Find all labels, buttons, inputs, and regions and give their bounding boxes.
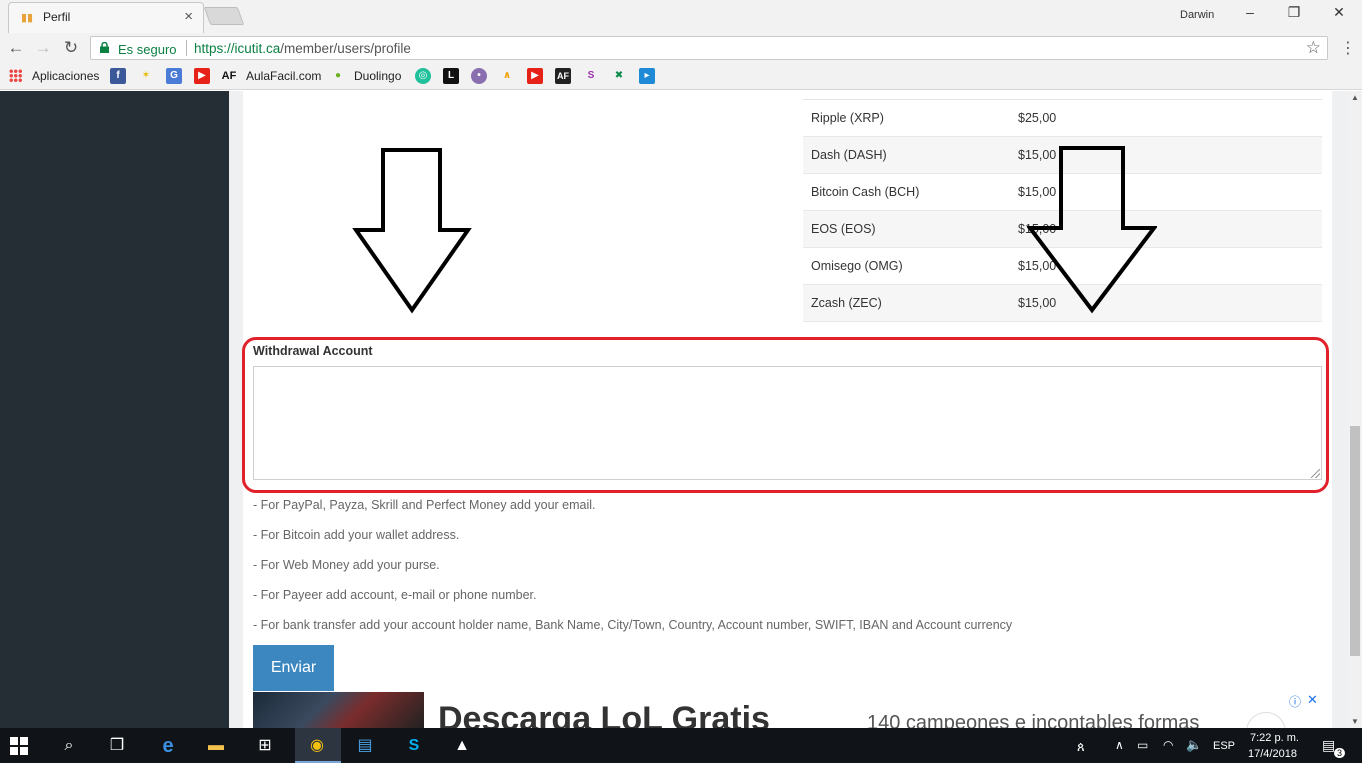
coin-name: Ripple (XRP)	[803, 99, 1010, 137]
coin-name: EOS (EOS)	[803, 210, 1010, 248]
secure-label: Es seguro	[118, 42, 177, 57]
people-icon[interactable]: ጰ	[1077, 739, 1085, 755]
submit-button[interactable]: Enviar	[253, 645, 334, 691]
windows-start-icon[interactable]	[10, 737, 28, 755]
windows-taskbar: ⌕ ❒ e ▬ ⊞ ◉ ▤ S ▲ ጰ ∧ ▭ ◠ 🔈 ESP ▤ 3	[0, 728, 1362, 763]
reload-icon[interactable]: ↻	[61, 38, 81, 58]
bookmark-apps[interactable]: Aplicaciones	[32, 67, 99, 85]
title-bar: ▮▮ Perfil × Darwin – ❐ ✕	[0, 0, 1362, 33]
help-bitcoin: - For Bitcoin add your wallet address.	[253, 528, 460, 542]
maximize-icon[interactable]: ❐	[1284, 4, 1304, 21]
tray-expand-icon[interactable]: ∧	[1115, 738, 1124, 752]
facebook-icon[interactable]: f	[110, 68, 126, 84]
spark-icon[interactable]: ✶	[138, 68, 154, 84]
edge-icon[interactable]: e	[157, 735, 179, 757]
battery-icon[interactable]: ▭	[1137, 738, 1148, 752]
withdrawal-account-textarea[interactable]	[253, 366, 1322, 480]
tab-title: Perfil	[43, 10, 71, 24]
task-view-icon[interactable]: ❒	[106, 735, 128, 757]
af-dark-icon[interactable]: AF	[555, 68, 571, 84]
translate-icon[interactable]: G	[166, 68, 182, 84]
blue-play-icon[interactable]: ▸	[639, 68, 655, 84]
url-host: https://icutit.ca	[194, 41, 281, 56]
coin-name: Omisego (OMG)	[803, 247, 1010, 285]
withdrawal-account-label: Withdrawal Account	[253, 344, 373, 358]
coin-name: Bitcoin Cash (BCH)	[803, 173, 1010, 211]
skype-icon[interactable]: S	[403, 735, 425, 757]
bookmark-duolingo[interactable]: Duolingo	[354, 67, 401, 85]
help-bank-transfer: - For bank transfer add your account hol…	[253, 618, 1013, 632]
ad-next-arrow-icon[interactable]	[1246, 712, 1286, 728]
browser-menu-icon[interactable]: ⋮	[1340, 38, 1356, 58]
scroll-thumb[interactable]	[1350, 426, 1360, 656]
ad-description[interactable]: 140 campeones e incontables formas	[867, 712, 1199, 728]
scroll-up-icon[interactable]: ▲	[1348, 93, 1362, 102]
help-webmoney: - For Web Money add your purse.	[253, 558, 440, 572]
ad-title[interactable]: Descarga LoL Gratis	[438, 702, 770, 728]
ad-close-icon[interactable]: ✕	[1307, 692, 1318, 708]
letter-s-icon[interactable]: S	[583, 68, 599, 84]
aulafacil-icon: AF	[221, 70, 237, 82]
apps-grid-icon[interactable]	[9, 69, 22, 82]
bookmarks-bar: Aplicaciones f ✶ G ▶ AF AulaFacil.com ● …	[0, 63, 1362, 90]
ad-info-icon[interactable]: ⓘ	[1289, 693, 1301, 710]
dashboard-sidebar	[0, 91, 229, 728]
browser-tab[interactable]: ▮▮ Perfil ×	[8, 2, 204, 33]
tab-close-icon[interactable]: ×	[184, 8, 193, 25]
help-paypal: - For PayPal, Payza, Skrill and Perfect …	[253, 498, 596, 512]
table-row: Ripple (XRP) $25,00	[803, 99, 1322, 137]
forward-icon[interactable]: →	[33, 38, 53, 58]
duolingo-icon: ●	[334, 70, 342, 81]
bookmark-aulafacil[interactable]: AulaFacil.com	[246, 67, 321, 85]
letter-l-icon[interactable]: L	[443, 68, 459, 84]
url-text[interactable]: https://icutit.ca/member/users/profile	[194, 41, 411, 56]
cross-icon[interactable]: ✖	[611, 68, 627, 84]
chrome-icon[interactable]: ◉	[306, 735, 328, 757]
page-scrollbar[interactable]: ▲ ▼	[1348, 91, 1362, 728]
bookmark-star-icon[interactable]: ☆	[1306, 38, 1321, 58]
notification-count-badge: 3	[1334, 748, 1346, 758]
language-indicator[interactable]: ESP	[1213, 740, 1235, 752]
profile-name[interactable]: Darwin	[1180, 9, 1214, 21]
textarea-resize-handle[interactable]	[1311, 469, 1320, 478]
coin-fee: $25,00	[1010, 99, 1322, 137]
file-explorer-icon[interactable]: ▬	[205, 735, 227, 757]
image-viewer-icon[interactable]: ▲	[451, 735, 473, 757]
back-icon[interactable]: ←	[6, 38, 26, 58]
scroll-down-icon[interactable]: ▼	[1348, 717, 1362, 726]
url-path: /member/users/profile	[280, 41, 411, 56]
coin-name: Dash (DASH)	[803, 136, 1010, 174]
help-payeer: - For Payeer add account, e-mail or phon…	[253, 588, 537, 602]
lock-icon	[100, 42, 109, 53]
search-icon[interactable]: ⌕	[58, 735, 80, 757]
ad-image[interactable]	[253, 692, 424, 728]
clock-date[interactable]: 17/4/2018	[1248, 748, 1297, 760]
window-close-icon[interactable]: ✕	[1329, 4, 1349, 21]
purple-circle-icon[interactable]: •	[471, 68, 487, 84]
clock-time[interactable]: 7:22 p. m.	[1250, 732, 1299, 744]
address-bar[interactable]: Es seguro https://icutit.ca/member/users…	[90, 36, 1328, 60]
orange-a-icon[interactable]: ∧	[499, 68, 515, 84]
green-circle-icon[interactable]: ◎	[415, 68, 431, 84]
site-favicon-icon: ▮▮	[21, 12, 34, 24]
down-arrow-annotation-right	[1027, 146, 1157, 314]
browser-toolbar: ← → ↻ Es seguro https://icutit.ca/member…	[0, 33, 1362, 63]
photos-app-icon[interactable]: ▤	[354, 735, 376, 757]
down-arrow-annotation-left	[352, 148, 472, 314]
store-icon[interactable]: ⊞	[254, 735, 276, 757]
omnibox-separator	[186, 40, 187, 56]
coin-name: Zcash (ZEC)	[803, 284, 1010, 322]
wifi-icon[interactable]: ◠	[1163, 738, 1173, 752]
minimize-icon[interactable]: –	[1240, 4, 1260, 20]
volume-icon[interactable]: 🔈	[1186, 737, 1202, 753]
ad-banner[interactable]: Descarga LoL Gratis 140 campeones e inco…	[253, 692, 1322, 728]
youtube-2-icon[interactable]: ▶	[527, 68, 543, 84]
youtube-icon[interactable]: ▶	[194, 68, 210, 84]
new-tab-button[interactable]	[203, 7, 245, 25]
